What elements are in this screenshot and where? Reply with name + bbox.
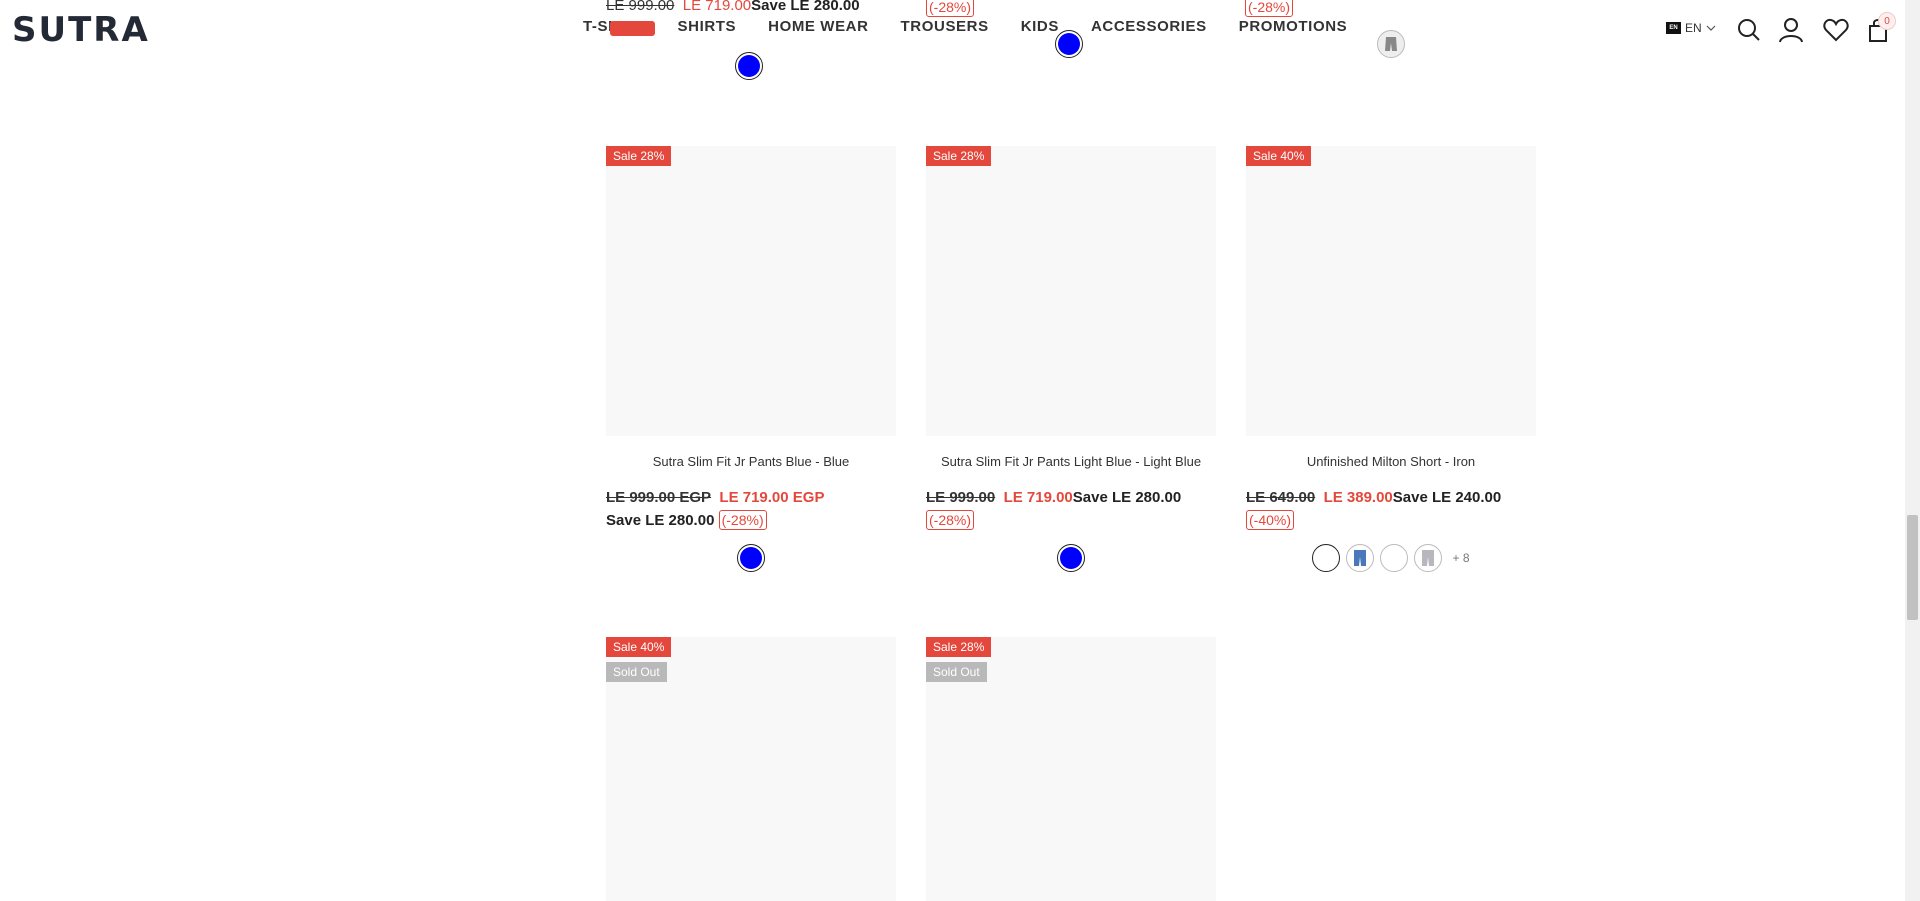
color-swatch[interactable]	[1055, 30, 1083, 58]
color-swatch-white[interactable]	[1380, 544, 1409, 572]
old-price: LE 999.00	[926, 489, 996, 506]
color-swatches: + 8	[1246, 544, 1536, 572]
color-swatch-blue[interactable]	[1346, 544, 1375, 572]
product-card[interactable]: Sale 28% Sutra Slim Fit Jr Pants Light B…	[926, 146, 1216, 572]
color-swatch[interactable]	[1377, 30, 1405, 58]
nav-trousers[interactable]: TROUSERS	[901, 18, 989, 35]
wishlist-icon[interactable]	[1822, 16, 1850, 44]
color-swatch[interactable]	[737, 544, 765, 572]
partial-price-row: LE 999.00 LE 719.00Save LE 280.00	[606, 0, 860, 14]
scrollbar-thumb[interactable]	[1907, 515, 1918, 620]
language-flag-icon: EN	[1666, 22, 1681, 34]
save-amount: Save LE 240.00	[1392, 489, 1502, 506]
sold-out-badge: Sold Out	[606, 662, 667, 682]
language-label: EN	[1685, 21, 1702, 35]
account-icon[interactable]	[1777, 16, 1805, 44]
sale-price: LE 719.00	[1003, 489, 1073, 506]
product-card[interactable]: Sale 28% Sold Out	[926, 637, 1216, 901]
discount-percent: (-28%)	[610, 20, 656, 38]
product-image[interactable]: Sale 40% Sold Out	[606, 637, 896, 901]
product-prices: LE 649.00 LE 389.00Save LE 240.00 (-40%)	[1246, 486, 1536, 532]
product-prices: LE 999.00 LE 719.00Save LE 280.00 (-28%)	[926, 486, 1216, 532]
nav-shirts[interactable]: SHIRTS	[678, 18, 737, 35]
page-scrollbar[interactable]	[1905, 0, 1920, 901]
cart-icon[interactable]: 0	[1866, 12, 1896, 44]
sold-out-badge: Sold Out	[926, 662, 987, 682]
nav-accessories[interactable]: ACCESSORIES	[1091, 18, 1207, 35]
sale-badge: Sale 40%	[1246, 146, 1312, 166]
sale-badge: Sale 28%	[926, 146, 992, 166]
site-logo[interactable]: SUTRA	[12, 10, 150, 50]
sale-badge: Sale 28%	[606, 146, 672, 166]
product-image[interactable]: Sale 28%	[606, 146, 896, 436]
sale-badge: Sale 40%	[606, 637, 672, 657]
product-prices: LE 999.00 EGP LE 719.00 EGP Save LE 280.…	[606, 486, 896, 532]
discount-percent: (-40%)	[1246, 510, 1295, 530]
old-price: LE 649.00	[1246, 489, 1316, 506]
sale-badge: Sale 28%	[926, 637, 992, 657]
color-swatches	[606, 544, 896, 572]
discount-percent: (-28%)	[926, 510, 975, 530]
product-image[interactable]: Sale 28% Sold Out	[926, 637, 1216, 901]
cart-count-badge: 0	[1878, 12, 1896, 30]
main-nav: T-SHIRT SHIRTS HOME WEAR TROUSERS KIDS A…	[583, 18, 1379, 35]
short-thumbnail-icon	[1354, 550, 1367, 566]
product-image[interactable]: Sale 28%	[926, 146, 1216, 436]
discount-percent: (-28%)	[1245, 0, 1294, 17]
old-price: LE 999.00 EGP	[606, 489, 712, 506]
nav-kids[interactable]: KIDS	[1021, 18, 1059, 35]
sale-price: LE 719.00	[682, 0, 752, 14]
nav-promotions[interactable]: PROMOTIONS	[1239, 18, 1348, 35]
product-card[interactable]: Sale 40% Sold Out	[606, 637, 896, 901]
color-swatch[interactable]	[1057, 544, 1085, 572]
product-title[interactable]: Sutra Slim Fit Jr Pants Light Blue - Lig…	[926, 454, 1216, 472]
product-title[interactable]: Unfinished Milton Short - Iron	[1246, 454, 1536, 472]
color-swatches	[926, 544, 1216, 572]
short-thumbnail-icon	[1385, 37, 1397, 51]
chevron-down-icon	[1706, 25, 1716, 31]
save-amount: Save LE 280.00	[606, 512, 715, 529]
short-thumbnail-icon	[1422, 550, 1435, 566]
language-selector[interactable]: EN EN	[1666, 21, 1716, 35]
save-amount: Save LE 280.00	[751, 0, 860, 14]
color-swatch[interactable]	[735, 52, 763, 80]
old-price: LE 999.00	[606, 0, 675, 14]
nav-home-wear[interactable]: HOME WEAR	[768, 18, 868, 35]
sale-price: LE 389.00	[1323, 489, 1393, 506]
search-icon[interactable]	[1735, 16, 1763, 44]
product-card[interactable]: Sale 40% Unfinished Milton Short - Iron …	[1246, 146, 1536, 572]
color-swatch-black[interactable]	[1312, 544, 1341, 572]
product-image[interactable]: Sale 40%	[1246, 146, 1536, 436]
product-title[interactable]: Sutra Slim Fit Jr Pants Blue - Blue	[606, 454, 896, 472]
discount-percent: (-28%)	[718, 510, 767, 530]
sale-price: LE 719.00 EGP	[719, 489, 825, 506]
save-amount: Save LE 280.00	[1072, 489, 1182, 506]
more-colors-count[interactable]: + 8	[1452, 551, 1469, 565]
discount-percent: (-28%)	[926, 0, 975, 17]
color-swatch-grey[interactable]	[1414, 544, 1443, 572]
product-card[interactable]: Sale 28% Sutra Slim Fit Jr Pants Blue - …	[606, 146, 896, 572]
